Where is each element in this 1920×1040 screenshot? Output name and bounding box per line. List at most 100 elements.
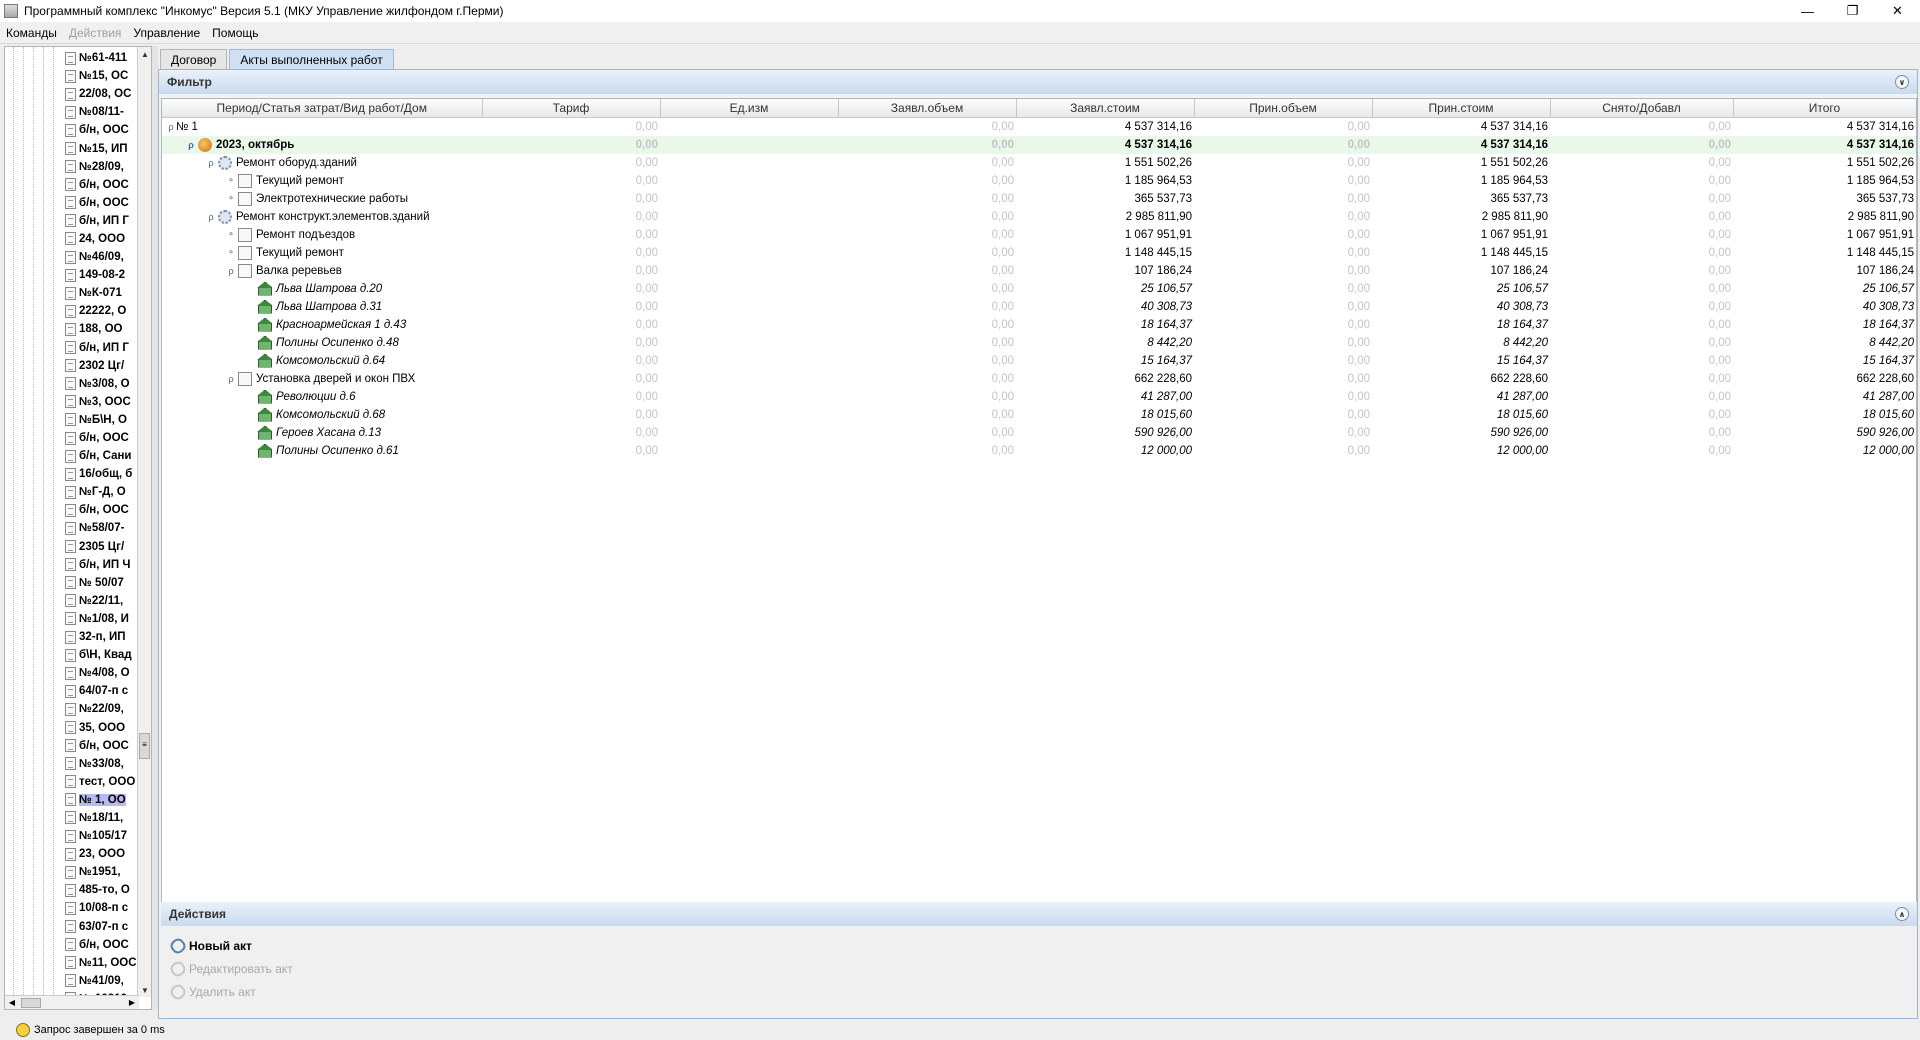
contract-list-item[interactable]: №58/07- [65,519,139,537]
contract-list-item[interactable]: 64/07-п с [65,682,139,700]
scroll-down-icon[interactable]: ▼ [138,983,151,997]
hscroll-thumb[interactable] [21,997,41,1008]
contract-list-item[interactable]: б/н, ООС [65,429,139,447]
scroll-up-icon[interactable]: ▲ [138,47,151,61]
contract-list-item[interactable]: №11, ООС [65,954,139,972]
contract-list-item[interactable]: №Г-Д, О [65,483,139,501]
tab-acts[interactable]: Акты выполненных работ [229,49,394,69]
expand-toggle-icon[interactable]: ⚬ [226,247,236,258]
contract-list-item[interactable]: №61-411 [65,49,139,67]
contract-list-item[interactable]: 22222, О [65,302,139,320]
col-header-adjustment[interactable]: Снято/Добавл [1550,99,1734,118]
table-row[interactable]: ρ Ремонт конструкт.элементов.зданий 0,00 0,… [162,208,1916,226]
contract-list-item[interactable]: б\Н, Квад [65,646,139,664]
expand-toggle-icon[interactable]: ⚬ [226,193,236,204]
vertical-scrollbar[interactable]: ▲ ≡ ▼ [137,47,151,997]
contract-list-item[interactable]: №41/09, [65,972,139,990]
contract-list-item[interactable]: 2302 Цг/ [65,357,139,375]
table-row[interactable]: Героев Хасана д.13 0,00 0,00 590 926,00 0,00… [162,424,1916,442]
contract-list-item[interactable]: №105/17 [65,827,139,845]
table-row[interactable]: ρ Установка дверей и окон ПВХ 0,00 0,00 662 … [162,370,1916,388]
table-row[interactable]: ⚬ Текущий ремонт 0,00 0,00 1 148 445,15 0,00 1… [162,244,1916,262]
close-icon[interactable]: ✕ [1875,0,1920,22]
scroll-left-icon[interactable]: ◀ [5,998,19,1007]
chevron-down-icon[interactable]: ∨ [1895,75,1909,89]
menu-item[interactable]: Помощь [206,26,264,40]
actions-header[interactable]: Действия ∧ [161,902,1917,926]
contract-list-item[interactable]: № 1, ОО [65,791,139,809]
contract-list-item[interactable]: №28/09, [65,158,139,176]
contract-list-item[interactable]: 485-то, О [65,881,139,899]
table-row[interactable]: ρ Ремонт оборуд.зданий 0,00 0,00 1 551 502,2… [162,154,1916,172]
table-row[interactable]: ⚬ Электротехнические работы 0,00 0,00 365 53… [162,190,1916,208]
table-row[interactable]: ⚬ Ремонт подъездов 0,00 0,00 1 067 951,91 0,0… [162,226,1916,244]
col-header-declared-volume[interactable]: Заявл.объем [838,99,1017,118]
col-header-accepted-cost[interactable]: Прин.стоим [1372,99,1551,118]
contract-list-item[interactable]: №33/08, [65,755,139,773]
contract-list-item[interactable]: б/н, ИП Ч [65,556,139,574]
collapse-toggle-icon[interactable]: ρ [206,158,216,168]
table-row[interactable]: ⚬ Текущий ремонт 0,00 0,00 1 185 964,53 0,00 1… [162,172,1916,190]
menu-item[interactable]: Управление [127,26,206,40]
table-row[interactable]: ρ 2023, октябрь 0,00 0,00 4 537 314,16 0,00 4 … [162,135,1916,154]
contract-list-item[interactable]: 35, ООО [65,718,139,736]
contract-list-item[interactable]: б/н, ООС [65,936,139,954]
col-header-accepted-volume[interactable]: Прин.объем [1194,99,1373,118]
col-header-unit[interactable]: Ед.изм [660,99,839,118]
collapse-toggle-icon[interactable]: ρ [206,212,216,222]
contract-list-item[interactable]: 16/общ, б [65,465,139,483]
table-row[interactable]: ρ № 1 0,00 0,00 4 537 314,16 0,00 4 537 314,16… [162,117,1916,136]
new-act-button[interactable]: Новый акт [168,934,1907,957]
menu-item[interactable]: Действия [63,26,128,40]
col-header-declared-cost[interactable]: Заявл.стоим [1016,99,1195,118]
chevron-up-icon[interactable]: ∧ [1895,907,1909,921]
table-row[interactable]: Льва Шатрова д.31 0,00 0,00 40 308,73 0,00 40… [162,298,1916,316]
contract-list-item[interactable]: 188, ОО [65,320,139,338]
contract-list-item[interactable]: №22/11, [65,592,139,610]
contract-list-item[interactable]: №08/11- [65,103,139,121]
contract-list-item[interactable]: №К-071 [65,284,139,302]
contract-list-item[interactable]: №1/08, И [65,610,139,628]
contract-list-item[interactable]: 24, ООО [65,230,139,248]
contract-list-item[interactable]: б/н, ИП Г [65,339,139,357]
contract-list-item[interactable]: №15, ИП [65,139,139,157]
contract-list-item[interactable]: б/н, ООС [65,176,139,194]
table-row[interactable]: Комсомольский д.68 0,00 0,00 18 015,60 0,00 1… [162,406,1916,424]
contract-list-item[interactable]: 63/07-п с [65,918,139,936]
contract-list-item[interactable]: №3, ООС [65,393,139,411]
expand-toggle-icon[interactable]: ⚬ [226,229,236,240]
tab-contract[interactable]: Договор [160,49,228,69]
contract-list-item[interactable]: б/н, ИП Г [65,212,139,230]
table-row[interactable]: Красноармейская 1 д.43 0,00 0,00 18 164,37 0… [162,316,1916,334]
contract-list-item[interactable]: №4/08, О [65,664,139,682]
contract-list-item[interactable]: №15, ОС [65,67,139,85]
restore-icon[interactable]: ❐ [1830,0,1875,22]
scroll-thumb[interactable]: ≡ [139,733,150,759]
contract-list-item[interactable]: б/н, ООС [65,501,139,519]
contract-list-item[interactable]: б/н, ООС [65,737,139,755]
table-row[interactable]: ρ Валка реревьев 0,00 0,00 107 186,24 0,00 107… [162,262,1916,280]
table-row[interactable]: Комсомольский д.64 0,00 0,00 15 164,37 0,00 1… [162,352,1916,370]
contract-list-item[interactable]: 149-08-2 [65,266,139,284]
contract-list-item[interactable]: № 50/07 [65,574,139,592]
col-header-total[interactable]: Итого [1733,99,1916,118]
collapse-toggle-icon[interactable]: ρ [226,374,236,384]
contract-list-item[interactable]: №18/11, [65,809,139,827]
contract-list-item[interactable]: 2305 Цг/ [65,538,139,556]
contract-list-item[interactable]: №22/09, [65,700,139,718]
collapse-toggle-icon[interactable]: ρ [226,266,236,276]
edit-act-button[interactable]: Редактировать акт [168,957,1907,980]
col-header-tariff[interactable]: Тариф [482,99,661,118]
scroll-right-icon[interactable]: ▶ [125,998,139,1007]
contract-list-item[interactable]: №Б\Н, О [65,411,139,429]
contract-list-item[interactable]: б/н, ООС [65,194,139,212]
contract-list-item[interactable]: 10/08-п с [65,899,139,917]
filter-header[interactable]: Фильтр ∨ [159,70,1917,94]
delete-act-button[interactable]: Удалить акт [168,980,1907,1003]
table-row[interactable]: Льва Шатрова д.20 0,00 0,00 25 106,57 0,00 25… [162,280,1916,298]
table-row[interactable]: Полины Осипенко д.48 0,00 0,00 8 442,20 0,00… [162,334,1916,352]
contract-list-item[interactable]: №3/08, О [65,375,139,393]
table-row[interactable]: Полины Осипенко д.61 0,00 0,00 12 000,00 0,0… [162,442,1916,460]
contract-list-item[interactable]: №1951, [65,863,139,881]
contract-list-item[interactable]: 22/08, ОС [65,85,139,103]
